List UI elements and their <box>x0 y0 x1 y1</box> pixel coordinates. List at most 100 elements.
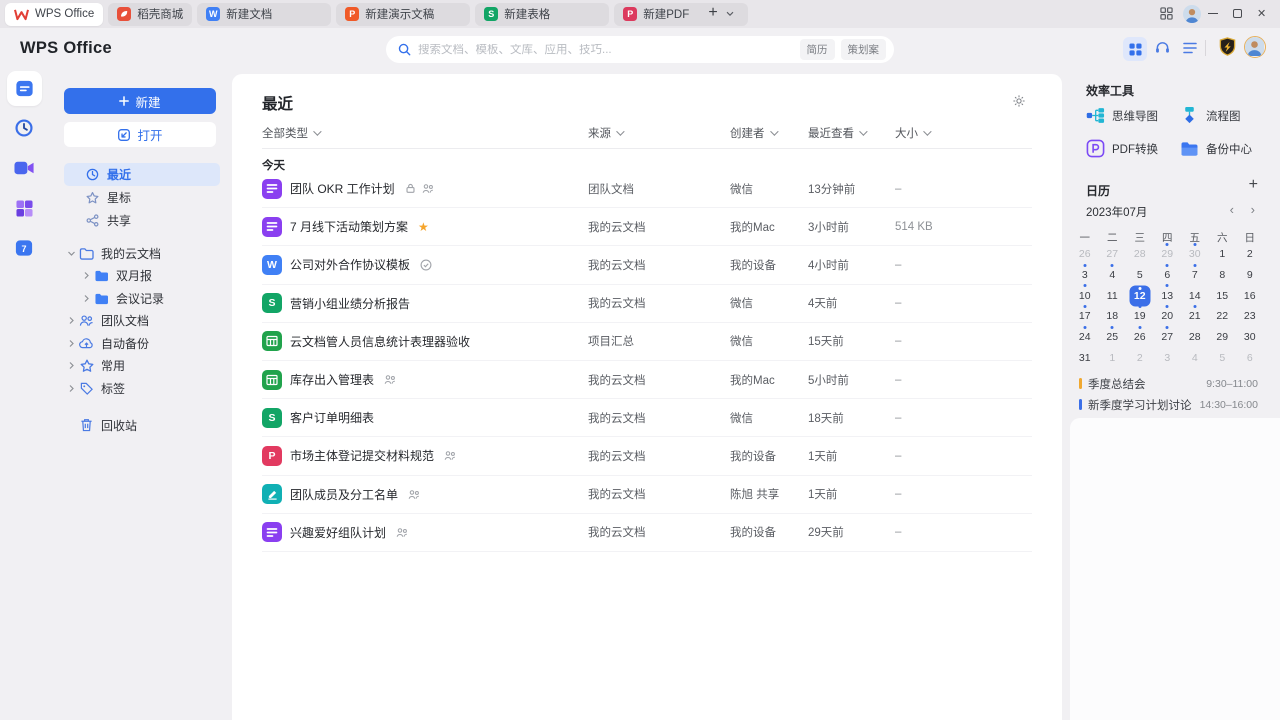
calendar-day[interactable]: 21 <box>1181 305 1209 327</box>
rail-item-calendar[interactable]: 7 <box>0 230 48 266</box>
calendar-event[interactable]: 新季度学习计划讨论 14:30–16:00 <box>1079 394 1258 415</box>
chevron-right-icon[interactable] <box>64 316 78 325</box>
tree-item[interactable]: 常用 <box>64 355 220 378</box>
file-row[interactable]: 团队 OKR 工作计划 团队文档 微信 13分钟前 – <box>262 170 1032 209</box>
tool-mindmap[interactable]: 思维导图 <box>1086 106 1180 125</box>
new-document-button[interactable]: 新建 <box>64 88 216 114</box>
rail-item-apps[interactable] <box>0 190 48 226</box>
calendar-prev-icon[interactable]: ‹ <box>1230 202 1234 217</box>
tab-spreadsheet[interactable]: S 新建表格 <box>475 2 610 26</box>
sidebar-item-star[interactable]: 星标 <box>64 186 220 209</box>
tree-item[interactable]: 标签 <box>64 377 220 400</box>
tree-item[interactable]: 自动备份 <box>64 332 220 355</box>
close-button[interactable]: ✕ <box>1257 7 1266 20</box>
tree-item[interactable]: 双月报 <box>64 265 220 288</box>
tree-item[interactable]: 团队文档 <box>64 310 220 333</box>
new-tab-menu-caret[interactable] <box>726 11 734 17</box>
support-headset-icon[interactable] <box>1154 39 1171 56</box>
calendar-day[interactable]: 27 <box>1154 325 1182 348</box>
filter-dropdown[interactable]: 全部类型 <box>262 124 322 142</box>
titlebar-avatar[interactable] <box>1183 5 1201 23</box>
calendar-day[interactable]: 8 <box>1209 265 1237 286</box>
tab-wps-office[interactable]: WPS Office <box>5 2 104 26</box>
file-row[interactable]: S 客户订单明细表 我的云文档 微信 18天前 – <box>262 399 1032 438</box>
file-row[interactable]: 云文档管人员信息统计表理器验收 项目汇总 微信 15天前 – <box>262 323 1032 361</box>
calendar-day[interactable]: 3 <box>1071 263 1099 286</box>
search-hot-tag[interactable]: 简历 <box>799 39 835 60</box>
calendar-day[interactable]: 25 <box>1099 325 1127 348</box>
new-tab-button[interactable]: + <box>702 3 724 25</box>
tool-pdf-convert[interactable]: PDF转换 <box>1086 139 1180 158</box>
calendar-day[interactable]: 14 <box>1181 285 1209 306</box>
rail-item-documents[interactable] <box>0 70 48 106</box>
calendar-day[interactable]: 9 <box>1236 265 1264 286</box>
sidebar-item-share[interactable]: 共享 <box>64 209 220 232</box>
calendar-day[interactable]: 16 <box>1236 285 1264 306</box>
open-document-button[interactable]: 打开 <box>64 122 216 147</box>
file-row[interactable]: P 市场主体登记提交材料规范 我的云文档 我的设备 1天前 – <box>262 437 1032 476</box>
rail-item-recent[interactable] <box>0 110 48 146</box>
chevron-right-icon[interactable] <box>79 294 93 303</box>
filter-dropdown[interactable]: 最近查看 <box>808 124 868 142</box>
calendar-day[interactable]: 13 <box>1154 284 1182 306</box>
sidebar-item-trash[interactable]: 回收站 <box>64 414 220 436</box>
calendar-day[interactable]: 11 <box>1099 285 1127 306</box>
calendar-day[interactable]: 20 <box>1154 305 1182 327</box>
calendar-day[interactable]: 3 <box>1154 347 1182 368</box>
tab-docer[interactable]: 稻壳商城 <box>108 2 193 26</box>
rail-item-meeting[interactable] <box>0 150 48 186</box>
file-row[interactable]: W 公司对外合作协议模板 我的云文档 我的设备 4小时前 – <box>262 246 1032 285</box>
search-bar[interactable]: 简历策划案 <box>386 36 894 63</box>
calendar-day[interactable]: 17 <box>1071 305 1099 327</box>
file-row[interactable]: S 营销小组业绩分析报告 我的云文档 微信 4天前 – <box>262 285 1032 323</box>
chevron-down-icon[interactable] <box>64 249 78 258</box>
tab-overview-icon[interactable] <box>1160 7 1173 20</box>
calendar-day[interactable]: 19 <box>1126 305 1154 327</box>
calendar-day[interactable]: 26 <box>1126 325 1154 348</box>
calendar-add-button[interactable]: + <box>1249 176 1258 194</box>
calendar-day[interactable]: 30 <box>1236 327 1264 348</box>
minimize-button[interactable] <box>1208 13 1218 15</box>
filter-dropdown[interactable]: 创建者 <box>730 124 779 142</box>
search-hot-tag[interactable]: 策划案 <box>840 39 886 60</box>
calendar-day[interactable]: 29 <box>1154 243 1182 265</box>
calendar-day[interactable]: 28 <box>1181 327 1209 348</box>
calendar-next-icon[interactable]: › <box>1251 202 1255 217</box>
calendar-day[interactable]: 22 <box>1209 306 1237 327</box>
calendar-day[interactable]: 18 <box>1099 306 1127 327</box>
calendar-event[interactable]: 季度总结会 9:30–11:00 <box>1079 373 1258 394</box>
calendar-day[interactable]: 5 <box>1209 347 1237 368</box>
calendar-day[interactable]: 5 <box>1126 265 1154 286</box>
calendar-day[interactable]: 4 <box>1099 263 1127 286</box>
membership-shield-icon[interactable] <box>1218 37 1237 57</box>
filter-dropdown[interactable]: 大小 <box>895 124 932 142</box>
calendar-day[interactable]: 7 <box>1181 263 1209 286</box>
calendar-day[interactable]: 4 <box>1181 347 1209 368</box>
calendar-day[interactable]: 1 <box>1099 347 1127 368</box>
tool-flowchart[interactable]: 流程图 <box>1180 106 1266 125</box>
calendar-day[interactable]: 26 <box>1071 244 1099 265</box>
calendar-day[interactable]: 23 <box>1236 306 1264 327</box>
filter-dropdown[interactable]: 来源 <box>588 124 625 142</box>
chevron-right-icon[interactable] <box>79 271 93 280</box>
calendar-day[interactable]: 28 <box>1126 244 1154 265</box>
calendar-day[interactable]: 27 <box>1099 244 1127 265</box>
settings-gear-icon[interactable] <box>1012 94 1026 108</box>
calendar-day[interactable]: 6 <box>1154 263 1182 286</box>
calendar-day[interactable]: 24 <box>1071 325 1099 348</box>
tree-item[interactable]: 会议记录 <box>64 287 220 310</box>
sidebar-item-clock[interactable]: 最近 <box>64 163 220 186</box>
calendar-day[interactable]: 12 <box>1126 285 1154 306</box>
calendar-day[interactable]: 2 <box>1126 347 1154 368</box>
tree-item[interactable]: 我的云文档 <box>64 242 220 265</box>
chevron-right-icon[interactable] <box>64 361 78 370</box>
file-row[interactable]: 库存出入管理表 我的云文档 我的Mac 5小时前 – <box>262 361 1032 400</box>
calendar-day[interactable]: 6 <box>1236 347 1264 368</box>
calendar-day[interactable]: 10 <box>1071 284 1099 306</box>
calendar-day[interactable]: 31 <box>1071 347 1099 368</box>
chevron-right-icon[interactable] <box>64 384 78 393</box>
global-menu-icon[interactable] <box>1183 42 1197 54</box>
file-row[interactable]: 7 月线下活动策划方案 ★ 我的云文档 我的Mac 3小时前 514 KB <box>262 208 1032 247</box>
tab-writer[interactable]: W 新建文档 <box>197 2 332 26</box>
file-row[interactable]: 兴趣爱好组队计划 我的云文档 我的设备 29天前 – <box>262 514 1032 552</box>
